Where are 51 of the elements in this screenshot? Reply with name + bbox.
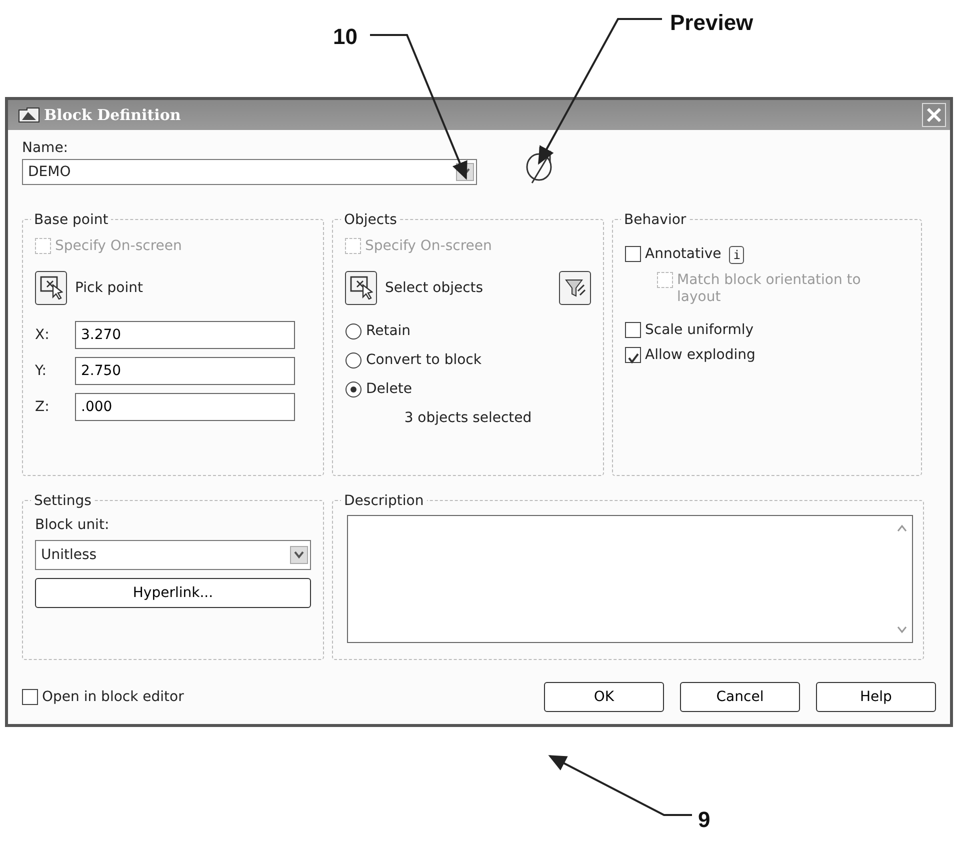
field-label: Block unit:: [35, 516, 110, 535]
radio-button[interactable]: [345, 352, 362, 369]
callout-label: Preview: [670, 9, 754, 37]
checkbox-label: Match block orientation to layout: [677, 272, 862, 306]
radio-label: Retain: [366, 322, 411, 341]
scroll-down-icon[interactable]: [896, 624, 908, 636]
window-title: Block Definition: [44, 104, 181, 126]
input-field[interactable]: .000: [75, 393, 295, 421]
select-objects-button[interactable]: [345, 271, 377, 305]
callout-label: 10: [333, 23, 358, 51]
button-label: Select objects: [385, 278, 484, 298]
checkbox-label: Specify On-screen: [365, 238, 492, 255]
checkbox-label: Specify On-screen: [55, 238, 182, 255]
radio-button[interactable]: [345, 381, 362, 398]
selection-status: 3 objects selected: [403, 409, 533, 428]
checkbox-label: Allow exploding: [645, 347, 756, 364]
input-field[interactable]: 3.270: [75, 321, 295, 349]
close-button[interactable]: [922, 103, 946, 127]
radio-label: Delete: [366, 380, 412, 399]
name-dropdown[interactable]: DEMO: [22, 159, 477, 185]
coordinate-label: Y:: [35, 362, 48, 380]
checkbox[interactable]: [625, 246, 641, 262]
description-field[interactable]: [347, 515, 913, 643]
dialog-button[interactable]: Help: [816, 682, 936, 712]
checkbox-label: Annotative: [645, 246, 722, 263]
dialog-button[interactable]: Cancel: [680, 682, 800, 712]
select-cursor-icon: [349, 275, 373, 301]
scroll-up-icon[interactable]: [896, 522, 908, 534]
button-label: Pick point: [75, 278, 143, 298]
checkbox[interactable]: [22, 689, 38, 705]
radio-label: Convert to block: [366, 351, 482, 370]
unit-dropdown[interactable]: Unitless: [35, 540, 311, 570]
block-icon: [18, 107, 40, 123]
quick-select-button[interactable]: [559, 271, 591, 305]
callout-label: 9: [698, 806, 710, 834]
input-field[interactable]: 2.750: [75, 357, 295, 385]
dialog-button[interactable]: OK: [544, 682, 664, 712]
close-icon: [926, 107, 942, 123]
checkbox[interactable]: [625, 322, 641, 338]
field-label: Name:: [22, 139, 70, 158]
info-icon[interactable]: i: [729, 246, 744, 264]
checkbox-label: Scale uniformly: [645, 322, 754, 339]
funnel-icon: [564, 277, 586, 299]
coordinate-label: X:: [35, 326, 50, 344]
pick-cursor-icon: [39, 275, 63, 301]
hyperlink-button[interactable]: Hyperlink...: [35, 578, 311, 608]
checkbox-label: Open in block editor: [42, 688, 184, 706]
coordinate-label: Z:: [35, 398, 50, 416]
radio-button[interactable]: [345, 323, 362, 340]
pick-point-button[interactable]: [35, 271, 67, 305]
checkbox[interactable]: [625, 347, 641, 363]
